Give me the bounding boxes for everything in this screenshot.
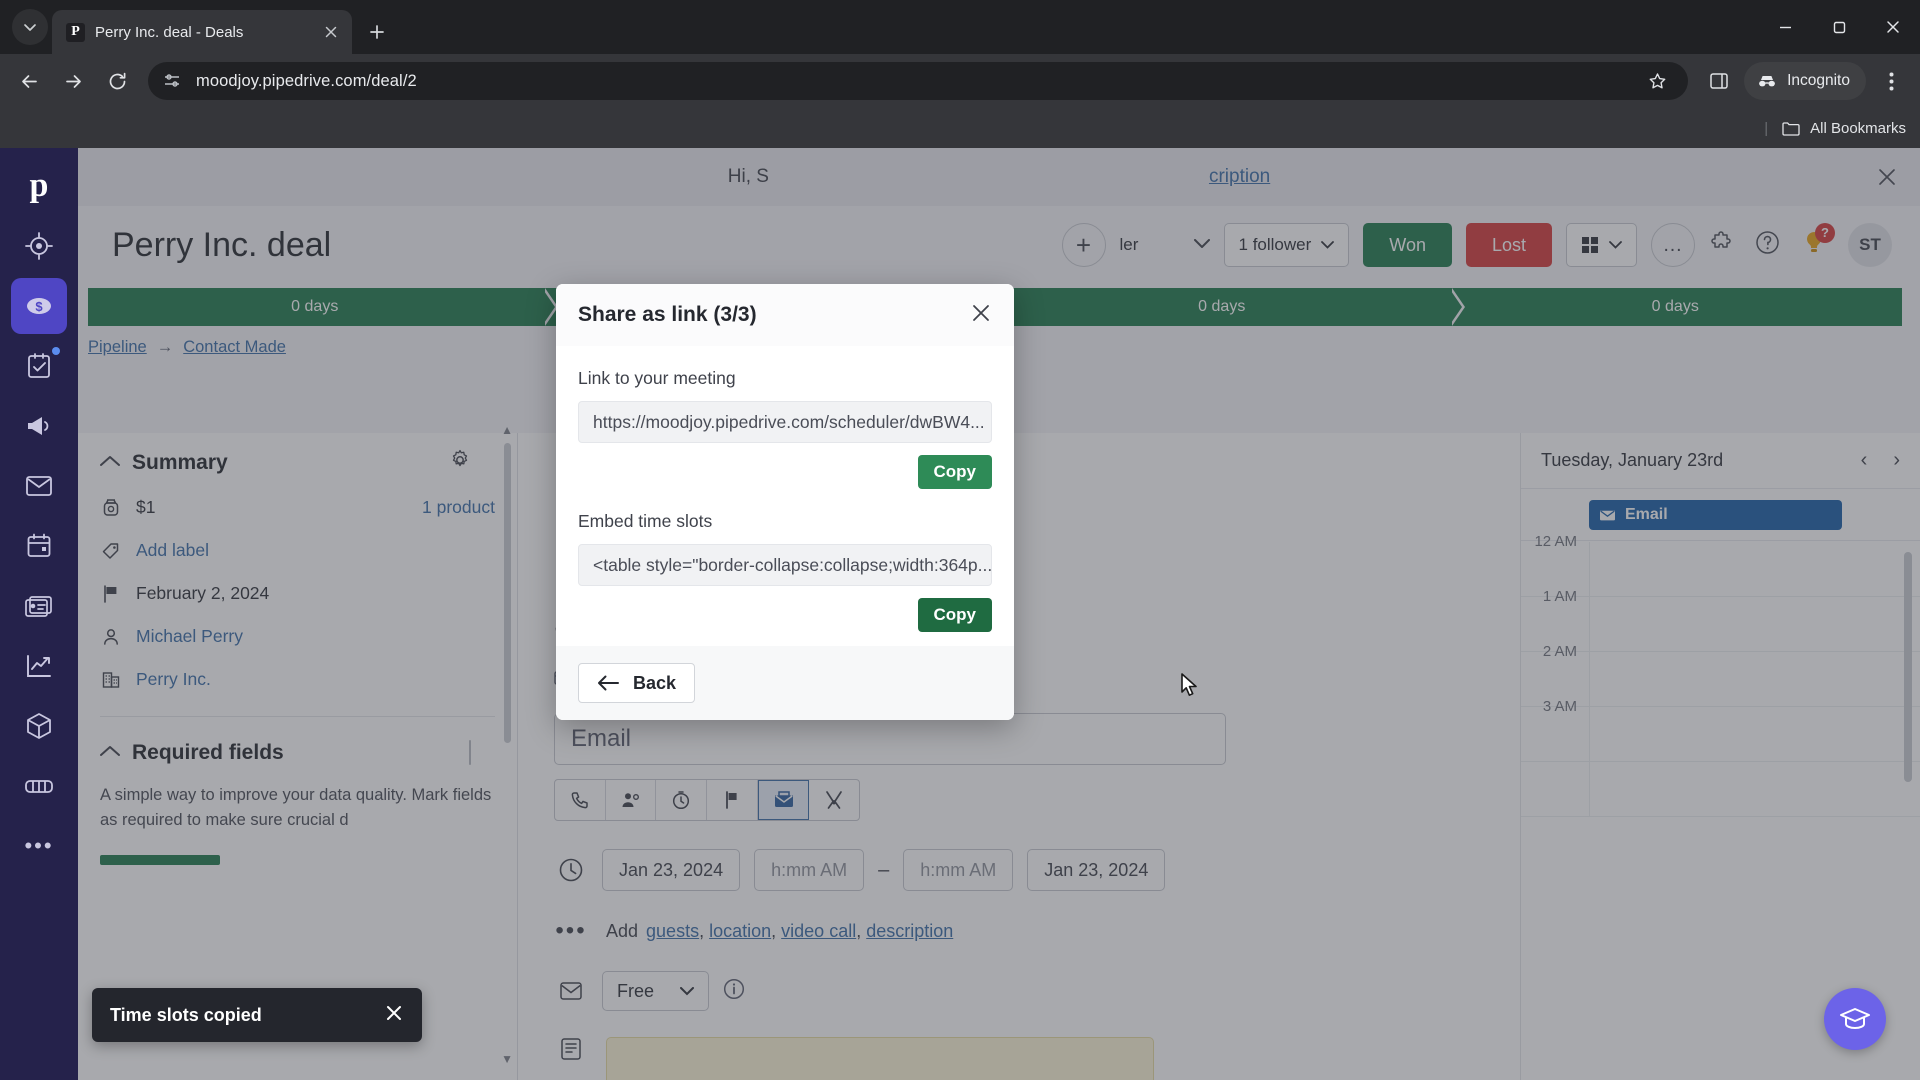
window-controls [1758,0,1920,54]
back-button[interactable]: Back [578,663,696,703]
modal-body: Link to your meeting https://moodjoy.pip… [556,346,1014,646]
incognito-label: Incognito [1787,72,1850,89]
copy-link-button[interactable]: Copy [917,455,992,489]
new-tab-button[interactable] [360,15,394,49]
pipedrive-logo: p [29,167,49,204]
url-text: moodjoy.pipedrive.com/deal/2 [196,71,417,90]
close-icon[interactable] [970,302,992,329]
close-icon[interactable] [320,21,342,43]
browser-window: P Perry Inc. deal - Deals moodjoy.pipedr… [0,0,1920,1080]
sidebar-item-marketplace[interactable] [11,758,67,814]
embed-copy-row: Copy [578,598,992,632]
sidebar-item-campaigns[interactable] [11,398,67,454]
forward-icon[interactable] [54,62,92,100]
sidebar: p $ ••• [0,148,78,1080]
sidebar-item-more[interactable]: ••• [11,818,67,874]
close-window-icon[interactable] [1866,4,1920,50]
meeting-link-input[interactable]: https://moodjoy.pipedrive.com/scheduler/… [578,401,992,443]
svg-text:$: $ [35,299,43,314]
copy-embed-label: Copy [933,605,977,624]
chrome-menu-icon[interactable] [1872,62,1910,100]
sidebar-item-products[interactable] [11,698,67,754]
incognito-icon [1759,76,1775,87]
modal-header: Share as link (3/3) [556,284,1014,346]
mouse-cursor [1181,673,1197,696]
tab-strip: P Perry Inc. deal - Deals [0,0,1920,54]
link-field-label: Link to your meeting [578,368,736,388]
arrow-left-icon [598,675,619,691]
bookmark-separator: | [1764,119,1769,137]
sidebar-item-activities[interactable] [11,338,67,394]
share-as-link-modal: Share as link (3/3) Link to your meeting… [556,284,1014,720]
back-icon[interactable] [10,62,48,100]
graduation-cap-icon [1840,1008,1870,1030]
link-copy-row: Copy [578,455,992,489]
back-label: Back [633,672,677,693]
browser-tab[interactable]: P Perry Inc. deal - Deals [52,10,352,54]
minimize-icon[interactable] [1758,4,1812,50]
modal-footer: Back [556,646,1014,720]
toast-notification: Time slots copied [92,988,422,1042]
sidebar-item-insights[interactable] [11,638,67,694]
learning-center-button[interactable] [1824,988,1886,1050]
copy-embed-button[interactable]: Copy [917,598,992,632]
reload-icon[interactable] [98,62,136,100]
sidebar-item-deals[interactable]: $ [11,278,67,334]
browser-toolbar: moodjoy.pipedrive.com/deal/2 Incognito [0,54,1920,108]
address-bar[interactable]: moodjoy.pipedrive.com/deal/2 [148,62,1689,100]
tab-title: Perry Inc. deal - Deals [95,23,244,41]
sidebar-item-contacts[interactable] [11,578,67,634]
sidebar-item-calendar[interactable] [11,518,67,574]
incognito-indicator[interactable]: Incognito [1744,62,1866,100]
close-icon[interactable] [384,1003,404,1028]
bookmarks-bar: | All Bookmarks [0,108,1920,148]
toast-message: Time slots copied [110,1004,262,1025]
embed-field-label: Embed time slots [578,511,713,531]
sidebar-item-leads[interactable] [11,218,67,274]
pipedrive-favicon: P [66,22,85,42]
modal-title: Share as link (3/3) [578,303,757,326]
embed-code-value: <table style="border-collapse:collapse;w… [593,554,992,575]
embed-code-input[interactable]: <table style="border-collapse:collapse;w… [578,544,992,586]
site-settings-icon[interactable] [160,69,184,93]
maximize-icon[interactable] [1812,4,1866,50]
folder-icon [1782,121,1800,136]
tab-search-button[interactable] [12,9,48,45]
all-bookmarks-label[interactable]: All Bookmarks [1810,120,1906,137]
pipedrive-app: Hi, S cription Perry Inc. deal + ler 1 f… [0,148,1920,1080]
copy-link-label: Copy [933,462,977,481]
notification-dot [52,347,60,355]
meeting-link-value: https://moodjoy.pipedrive.com/scheduler/… [593,411,985,432]
sidebar-item-mail[interactable] [11,458,67,514]
bookmark-star-icon[interactable] [1642,66,1672,96]
side-panel-icon[interactable] [1700,62,1738,100]
